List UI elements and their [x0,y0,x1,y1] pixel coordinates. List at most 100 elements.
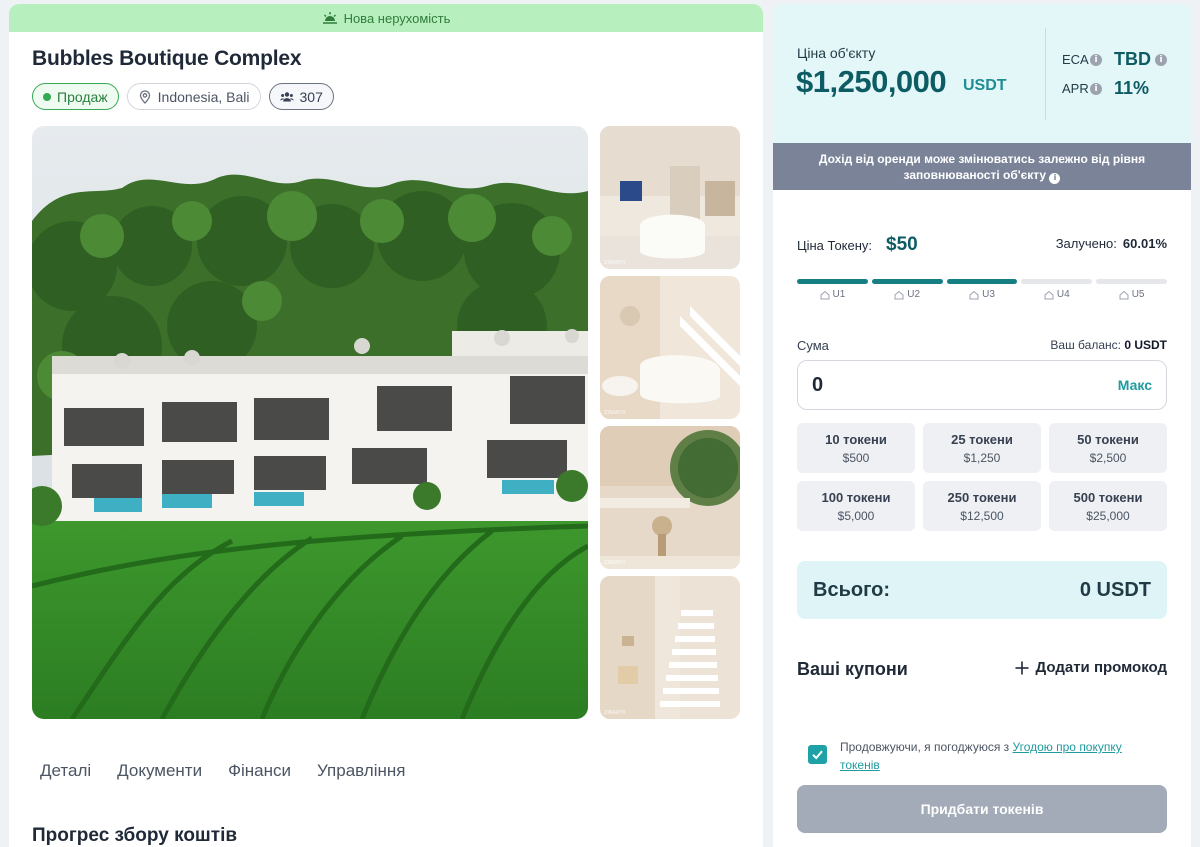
sunrise-icon [322,12,337,24]
preset-button[interactable]: 25 токени $1,250 [923,423,1041,473]
price-unit: USDT [963,77,1007,94]
agreement-text: Продовжуючи, я погоджуюся з Угодою про п… [840,738,1160,774]
stage-segment: U2 [871,279,943,300]
stage-bar [946,279,1018,284]
stage-progress: U1 U2 U3 U4 U5 [797,279,1167,300]
users-icon [279,91,294,101]
raised-label: Залучено: [1055,236,1117,251]
info-icon[interactable]: i [1090,82,1102,95]
house-icon [969,290,979,299]
token-price-value: $50 [886,234,918,255]
sale-status-label: Продаж [57,88,108,105]
thumbnail-workspace[interactable]: ZINARYX [600,426,740,569]
stage-label-wrap: U1 [797,289,868,300]
add-promo-label: Додати промокод [1035,659,1167,676]
balance-indicator: Ваш баланс: 0 USDT [1050,338,1167,352]
tab-details[interactable]: Деталі [40,761,91,781]
stage-label: U4 [1056,289,1070,300]
stage-label-wrap: U2 [872,289,943,300]
thumbnail-living-room[interactable]: ZINARYX [600,126,740,269]
preset-price: $25,000 [1086,508,1130,523]
preset-price: $12,500 [960,508,1004,523]
preset-tokens: 50 токени [1077,431,1139,447]
watermark: ZINARYX [604,260,626,266]
tab-finance[interactable]: Фінанси [228,761,291,781]
main-property-photo[interactable] [32,126,588,719]
notice-line-2-wrap: заповнюваності об'єкту i [773,167,1191,184]
raised-value: 60.01% [1122,236,1167,251]
preset-button[interactable]: 50 токени $2,500 [1049,423,1167,473]
amount-input[interactable] [812,373,1012,397]
preset-tokens: 10 токени [825,431,887,447]
tab-management[interactable]: Управління [317,761,405,781]
token-presets: 10 токени $500 25 токени $1,250 50 токени $2,… [797,423,1167,531]
sale-status-chip: Продаж [32,83,119,110]
stage-label: U1 [832,289,846,300]
agree-checkbox[interactable] [808,745,827,764]
watermark: ZINARYX [604,710,626,716]
stage-label-wrap: U4 [1021,289,1092,300]
agreement-prefix: Продовжуючи, я погоджуюся з [840,740,1013,754]
preset-button[interactable]: 500 токени $25,000 [1049,481,1167,531]
house-icon [820,290,829,299]
new-property-banner-text: Нова нерухомість [343,10,451,26]
purchase-panel: Ціна об'єкту $1,250,000 USDT ECA i TBD i… [773,4,1191,847]
rental-income-notice: Дохід від оренди може змінюватись залежн… [773,143,1191,190]
map-pin-icon [139,89,150,104]
stage-segment: U4 [1021,279,1093,300]
watermark: ZINARYX [604,560,626,566]
preset-button[interactable]: 250 токени $12,500 [923,481,1041,531]
sum-label: Сума [797,338,829,353]
total-box: Всього: 0 USDT [797,561,1167,619]
price-label: Ціна об'єкту [797,45,876,61]
status-dot [43,92,51,101]
thumbnail-lounge[interactable]: ZINARYX [600,276,740,419]
location-label: Indonesia, Bali [157,88,250,105]
stage-label: U2 [907,289,921,300]
apr-label: APR [1062,81,1089,96]
eca-metric: ECA i TBD i [1062,49,1167,69]
price-box: Ціна об'єкту $1,250,000 USDT ECA i TBD i… [773,4,1191,143]
investors-count: 307 [299,88,323,105]
stage-bar [1021,279,1093,284]
preset-tokens: 500 токени [1073,489,1143,505]
info-icon[interactable]: i [1049,172,1061,184]
lounge-illustration [600,276,740,419]
thumbnail-staircase[interactable]: ZINARYX [600,576,740,719]
stage-bar [1096,279,1167,284]
max-button[interactable]: Макс [1118,377,1152,393]
eca-value: TBD [1114,49,1151,69]
stage-segment: U1 [797,279,868,300]
total-value: 0 USDT [1079,578,1151,601]
preset-button[interactable]: 10 токени $500 [797,423,915,473]
stage-label: U5 [1131,289,1145,300]
new-property-banner: Нова нерухомість [9,4,763,32]
house-icon [1119,290,1129,299]
preset-price: $2,500 [1089,450,1127,465]
stage-label-wrap: U3 [947,289,1018,300]
apr-value: 11% [1114,78,1150,98]
total-label: Всього: [813,578,891,601]
stage-bar [797,279,868,284]
tab-documents[interactable]: Документи [117,761,202,781]
price-value: $1,250,000 [796,64,947,99]
preset-tokens: 250 токени [947,489,1017,505]
coupons-title: Ваші купони [797,659,908,679]
workspace-illustration [600,426,740,569]
info-icon[interactable]: i [1155,53,1167,66]
add-promo-button[interactable]: Додати промокод [1014,659,1167,676]
stage-segment: U5 [1096,279,1167,300]
apr-metric: APR i 11% [1062,78,1149,98]
balance-label: Ваш баланс: [1050,338,1121,352]
notice-line-2: заповнюваності об'єкту [903,168,1047,182]
buy-tokens-button[interactable]: Придбати токенів [797,785,1167,833]
info-icon[interactable]: i [1090,53,1102,66]
preset-price: $500 [842,450,870,465]
house-icon [894,290,904,299]
preset-button[interactable]: 100 токени $5,000 [797,481,915,531]
preset-tokens: 100 токени [821,489,891,505]
preset-price: $1,250 [963,450,1001,465]
divider [1045,28,1046,120]
living-room-illustration [600,126,740,269]
notice-line-1: Дохід від оренди може змінюватись залежн… [818,152,1146,166]
